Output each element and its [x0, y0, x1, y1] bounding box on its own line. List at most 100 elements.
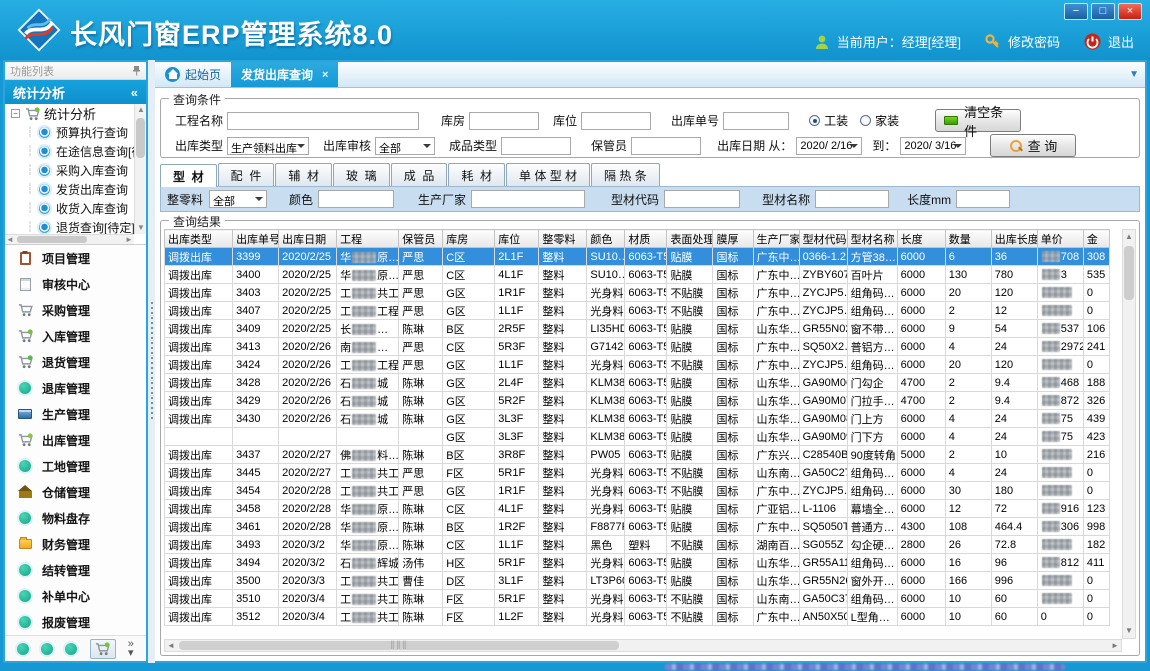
column-header[interactable]: 保管员 [399, 230, 443, 248]
tree-expander-icon[interactable]: − [11, 109, 20, 118]
sidebar-item[interactable]: 退货管理 [5, 349, 146, 375]
order-no-input[interactable] [723, 112, 789, 130]
minimize-button[interactable]: − [1064, 3, 1088, 20]
scroll-up-arrow[interactable]: ▲ [137, 106, 145, 114]
material-tab[interactable]: 隔 热 条 [591, 163, 660, 186]
column-header[interactable]: 型材名称 [847, 230, 897, 248]
column-header[interactable]: 单价 [1037, 230, 1083, 248]
table-row[interactable]: 调拨出库34302020/2/26石城陈琳G区3L3F整料KLM38176063… [165, 410, 1110, 428]
sidebar-item[interactable]: 出库管理 [5, 427, 146, 453]
table-row[interactable]: 调拨出库34452020/2/27工共工程严思F区5R1F整料光身料6063-T… [165, 464, 1110, 482]
material-tab[interactable]: 成 品 [391, 163, 448, 186]
grid-vertical-scrollbar[interactable]: ▲ ▼ [1122, 229, 1136, 639]
table-row[interactable]: 调拨出库33992020/2/25华原…严思C区2L1F整料SU10…6063-… [165, 248, 1110, 266]
scroll-left-arrow[interactable]: ◄ [6, 236, 14, 244]
table-row[interactable]: G区3L3F整料KLM38176063-T5贴膜国标山东华…GA90M09…门下… [165, 428, 1110, 446]
table-row[interactable]: 调拨出库34072020/2/25工工程严思G区1L1F整料光身料6063-T5… [165, 302, 1110, 320]
column-header[interactable]: 出库类型 [165, 230, 233, 248]
whole-part-select[interactable]: 全部 [209, 190, 267, 208]
column-header[interactable]: 表面处理 [667, 230, 713, 248]
material-tab[interactable]: 配 件 [218, 163, 275, 186]
tab-home[interactable]: 起始页 [155, 62, 231, 87]
radio-industrial[interactable]: 工装 [809, 112, 848, 129]
sidebar-item[interactable]: 退库管理 [5, 375, 146, 401]
tab-shipping-outbound-query[interactable]: 发货出库查询 × [231, 62, 338, 87]
out-type-select[interactable]: 生产领料出库 [227, 137, 309, 155]
length-input[interactable] [956, 190, 1010, 208]
tree-item-[interactable]: ┆在途信息查询[待 [5, 142, 146, 161]
radio-home[interactable]: 家装 [860, 112, 899, 129]
project-name-input[interactable] [227, 112, 419, 130]
collapse-icon[interactable]: « [131, 85, 138, 100]
table-row[interactable]: 调拨出库34092020/2/25长…陈琳B区2R5F整料LI35HD6063-… [165, 320, 1110, 338]
column-header[interactable]: 出库长度 [991, 230, 1037, 248]
overflow-chevron[interactable]: »▾ [128, 640, 134, 658]
table-row[interactable]: 调拨出库34002020/2/25华原…严思C区4L1F整料SU10…6063-… [165, 266, 1110, 284]
table-row[interactable]: 调拨出库34582020/2/28华原…陈琳C区4L1F整料光身料6063-T5… [165, 500, 1110, 518]
tree-item-[interactable]: ┆预算执行查询 [5, 123, 146, 142]
column-header[interactable]: 库位 [495, 230, 539, 248]
column-header[interactable]: 出库单号 [233, 230, 279, 248]
tree-root-statistics[interactable]: −统计分析 [5, 104, 146, 123]
material-tab[interactable]: 单 体 型 材 [506, 163, 590, 186]
color-input[interactable] [318, 190, 394, 208]
sidebar-splitter[interactable] [148, 60, 155, 663]
table-row[interactable]: 调拨出库35102020/3/4工共工程陈琳F区5R1F整料光身料6063-T5… [165, 590, 1110, 608]
column-header[interactable]: 金 [1083, 230, 1109, 248]
date-to-picker[interactable]: 2020/ 3/16 [900, 137, 966, 155]
table-row[interactable]: 调拨出库35002020/3/3工共工程曹佳D区3L1F整料LT3P606063… [165, 572, 1110, 590]
scroll-right-arrow[interactable]: ► [1109, 641, 1121, 651]
column-header[interactable]: 型材代码 [799, 230, 847, 248]
sidebar-item[interactable]: 生产管理 [5, 401, 146, 427]
tree-item-[interactable]: ┆发货出库查询 [5, 180, 146, 199]
scroll-down-arrow[interactable]: ▼ [1123, 626, 1135, 636]
scroll-right-arrow[interactable]: ► [125, 236, 133, 244]
column-header[interactable]: 材质 [625, 230, 667, 248]
material-tab[interactable]: 玻 璃 [333, 163, 390, 186]
sidebar-item[interactable]: 补单中心 [5, 583, 146, 609]
table-row[interactable]: 调拨出库35122020/3/4工共工程陈琳F区1L2F整料光身料6063-T5… [165, 608, 1110, 626]
sidebar-item[interactable]: 结转管理 [5, 557, 146, 583]
scroll-thumb[interactable] [136, 118, 145, 158]
table-row[interactable]: 调拨出库34542020/2/28工共工程严思G区1R1F整料光身料6063-T… [165, 482, 1110, 500]
search-button[interactable]: 查 询 [990, 134, 1076, 157]
grid-horizontal-scrollbar[interactable]: ◄ ║║║ ► [164, 639, 1122, 652]
table-row[interactable]: 调拨出库34132020/2/26南…严思C区5R3F整料G714226063-… [165, 338, 1110, 356]
location-input[interactable] [581, 112, 651, 130]
table-row[interactable]: 调拨出库34612020/2/28华原…陈琳B区1R2F整料F8877FT606… [165, 518, 1110, 536]
sidebar-group-header[interactable]: 统计分析 « [5, 80, 146, 104]
tree-item-[interactable]: ┆收货入库查询 [5, 199, 146, 218]
column-header[interactable]: 出库日期 [279, 230, 337, 248]
circle-icon[interactable] [65, 643, 77, 655]
product-type-input[interactable] [501, 137, 571, 155]
table-row[interactable]: 调拨出库34292020/2/26石城陈琳G区5R2F整料KLM38176063… [165, 392, 1110, 410]
pin-icon[interactable] [132, 65, 141, 76]
column-header[interactable]: 工程 [337, 230, 399, 248]
material-tab[interactable]: 辅 材 [275, 163, 332, 186]
close-button[interactable]: × [1118, 3, 1142, 20]
column-header[interactable]: 数量 [945, 230, 991, 248]
sidebar-item[interactable]: 项目管理 [5, 245, 146, 271]
tree-vertical-scrollbar[interactable]: ▲ ▼ [134, 104, 146, 234]
column-header[interactable]: 库房 [443, 230, 495, 248]
material-tab[interactable]: 耗 材 [448, 163, 505, 186]
column-header[interactable]: 颜色 [587, 230, 625, 248]
profile-name-input[interactable] [815, 190, 889, 208]
sidebar-item[interactable]: 采购管理 [5, 297, 146, 323]
column-header[interactable]: 长度 [897, 230, 945, 248]
table-row[interactable]: 调拨出库34242020/2/26工工程严思G区1L1F整料光身料6063-T5… [165, 356, 1110, 374]
scroll-left-arrow[interactable]: ◄ [165, 641, 177, 651]
sidebar-item[interactable]: 财务管理 [5, 531, 146, 557]
manufacturer-input[interactable] [471, 190, 585, 208]
keeper-input[interactable] [631, 137, 701, 155]
logout-link[interactable]: 退出 [1108, 32, 1134, 51]
sidebar-item[interactable]: 报废管理 [5, 609, 146, 635]
maximize-button[interactable]: □ [1091, 3, 1115, 20]
tree-item-[interactable]: ┆采购入库查询 [5, 161, 146, 180]
table-row[interactable]: 调拨出库34932020/3/2华原…陈琳C区1L1F整料黑色塑料不贴膜国标湖南… [165, 536, 1110, 554]
scroll-up-arrow[interactable]: ▲ [1123, 232, 1135, 242]
table-row[interactable]: 调拨出库34372020/2/27佛料…陈琳B区3R8F整料PW056063-T… [165, 446, 1110, 464]
circle-icon[interactable] [41, 643, 53, 655]
column-header[interactable]: 生产厂家 [753, 230, 799, 248]
warehouse-input[interactable] [469, 112, 539, 130]
